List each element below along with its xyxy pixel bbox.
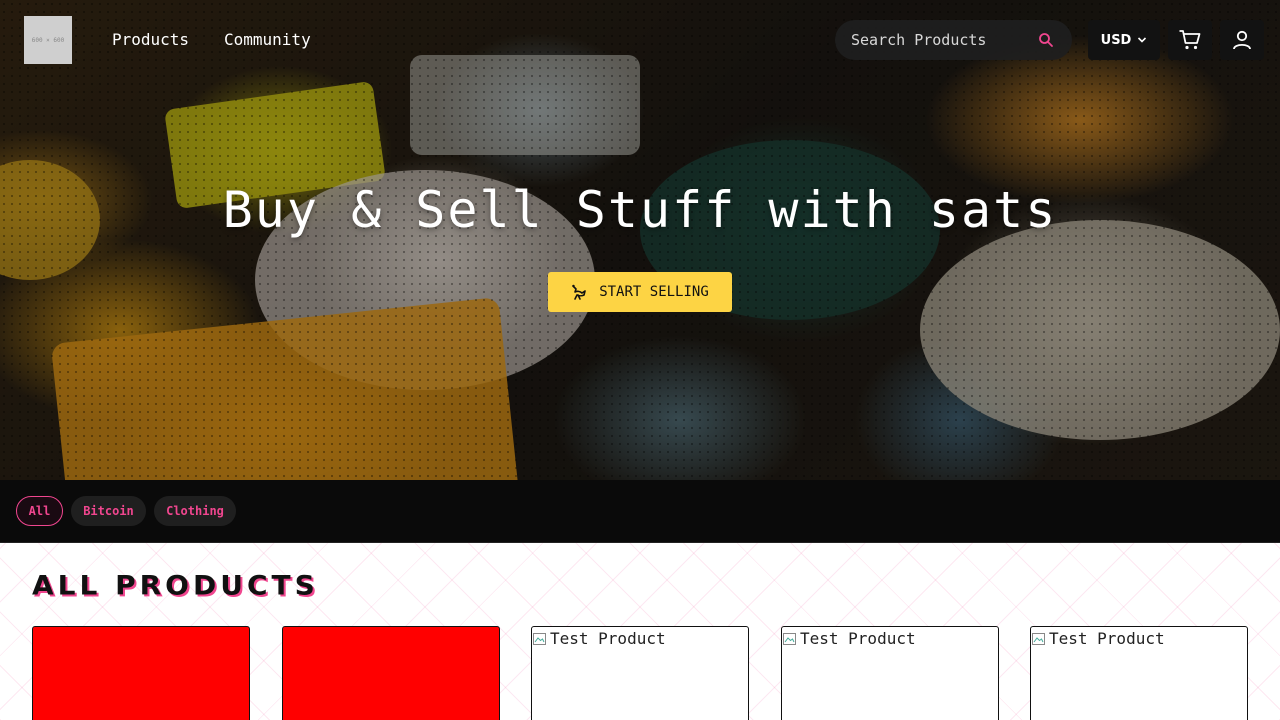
ostrich-icon (572, 284, 587, 300)
chevron-down-icon (1138, 37, 1147, 43)
product-image-alt: Test Product (550, 629, 666, 648)
cart-button[interactable] (1168, 20, 1212, 60)
hero-title: Buy & Sell Stuff with sats (222, 181, 1058, 239)
filter-chip-all[interactable]: All (16, 496, 63, 526)
start-selling-button[interactable]: START SELLING (548, 272, 732, 312)
hero-overlay (0, 0, 1280, 480)
nav-link-community[interactable]: Community (224, 30, 311, 50)
section-title: ALL PRODUCTS (32, 569, 319, 602)
product-card[interactable]: Test Product (781, 626, 999, 720)
category-filter-bar: All Bitcoin Clothing (0, 480, 1280, 543)
product-image-broken: Test Product (1031, 629, 1165, 648)
filter-chip-clothing[interactable]: Clothing (154, 496, 236, 526)
search-box[interactable] (835, 20, 1072, 60)
site-logo[interactable]: 600 × 600 (24, 16, 72, 64)
user-icon (1233, 30, 1251, 50)
product-image-alt: Test Product (800, 629, 916, 648)
broken-image-icon (783, 632, 796, 645)
search-input[interactable] (851, 31, 1031, 49)
product-image-broken: Test Product (782, 629, 916, 648)
search-icon[interactable] (1038, 32, 1054, 48)
currency-label: USD (1100, 32, 1132, 48)
broken-image-icon (1032, 632, 1045, 645)
product-card[interactable]: Test Product (1030, 626, 1248, 720)
cart-icon (1179, 30, 1201, 50)
currency-selector[interactable]: USD (1088, 20, 1160, 60)
start-selling-label: START SELLING (599, 284, 709, 300)
nav-link-products[interactable]: Products (112, 30, 189, 50)
hero-banner (0, 0, 1280, 480)
filter-chip-bitcoin[interactable]: Bitcoin (71, 496, 146, 526)
products-section: ALL PRODUCTS Test Product Test Product T… (0, 543, 1280, 720)
account-button[interactable] (1220, 20, 1264, 60)
broken-image-icon (533, 632, 546, 645)
product-card[interactable]: Test Product (531, 626, 749, 720)
product-image-alt: Test Product (1049, 629, 1165, 648)
logo-placeholder-text: 600 × 600 (31, 36, 65, 44)
product-card[interactable] (282, 626, 500, 720)
product-image-broken: Test Product (532, 629, 666, 648)
product-card[interactable] (32, 626, 250, 720)
